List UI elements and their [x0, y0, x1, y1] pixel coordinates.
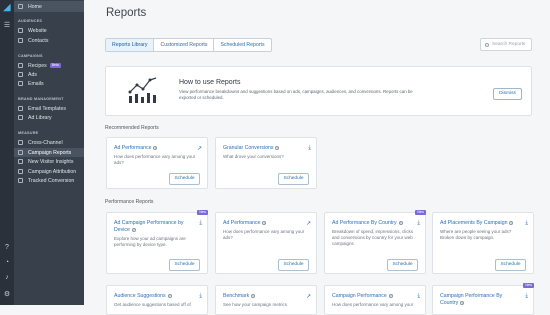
schedule-button[interactable]: Schedule	[169, 173, 200, 185]
report-card-campaign-performance[interactable]: Campaign Performance? ⤓ How does perform…	[324, 285, 426, 315]
page-header: Reports	[84, 0, 550, 29]
contacts-icon	[18, 38, 23, 43]
report-card-ad-performance[interactable]: Ad Performance? ↗ How does performance v…	[106, 137, 208, 189]
info-icon: ?	[398, 220, 403, 225]
report-card-benchmark[interactable]: Benchmark? ↗ See how your campaign metri…	[215, 285, 317, 315]
email-icon	[18, 81, 23, 86]
tab-scheduled-reports[interactable]: Scheduled Reports	[214, 39, 270, 51]
notifications-icon[interactable]: ◔	[2, 258, 12, 268]
sidebar: Home AUDIENCES Website Contacts CAMPAIGN…	[14, 0, 84, 305]
sidebar-item-campaign-reports[interactable]: Campaign Reports	[14, 148, 84, 157]
download-icon[interactable]: ⤓	[525, 293, 528, 300]
reports-icon	[18, 150, 23, 155]
recommended-reports-title: Recommended Reports	[105, 125, 159, 131]
sidebar-item-email-templates[interactable]: Email Templates	[14, 104, 84, 113]
info-icon: ?	[509, 220, 514, 225]
sidebar-item-label: Home	[28, 3, 42, 10]
download-icon[interactable]: ⤓	[199, 220, 202, 227]
sidebar-item-home[interactable]: Home	[14, 1, 84, 12]
sidebar-item-cross-channel[interactable]: Cross-Channel	[14, 138, 84, 147]
icon-rail: ◢ ☰ ? ◔ ♪ ⚙	[0, 0, 14, 305]
performance-reports-title: Performance Reports	[105, 199, 154, 205]
schedule-button[interactable]: Schedule	[387, 259, 418, 271]
cross-channel-icon	[18, 140, 23, 145]
sidebar-item-tracked-conversion[interactable]: Tracked Conversion	[14, 176, 84, 185]
ads-icon	[18, 72, 23, 77]
external-link-icon[interactable]: ↗	[306, 220, 311, 227]
menu-icon[interactable]: ☰	[2, 21, 12, 31]
schedule-button[interactable]: Schedule	[169, 259, 200, 271]
info-icon: ?	[251, 293, 256, 298]
how-to-use-description: View performance breakdowns and suggesti…	[179, 89, 413, 100]
sidebar-item-new-visitor-insights[interactable]: New Visitor Insights	[14, 157, 84, 166]
beta-badge: Beta	[49, 63, 61, 68]
section-title-campaigns: CAMPAIGNS	[18, 54, 43, 58]
library-icon	[18, 115, 23, 120]
info-icon: ?	[262, 220, 267, 225]
report-card-ad-performance-2[interactable]: Ad Performance? ↗ How does performance v…	[215, 212, 317, 274]
new-badge: New	[197, 210, 208, 215]
download-icon[interactable]: ⤓	[417, 293, 420, 300]
search-icon	[485, 42, 489, 47]
sidebar-item-ads[interactable]: Ads	[14, 70, 84, 79]
attribution-icon	[18, 169, 23, 174]
search-input[interactable]: Search Reports	[480, 38, 532, 51]
globe-icon	[18, 28, 23, 33]
page-title: Reports	[106, 7, 147, 19]
schedule-button[interactable]: Schedule	[495, 259, 526, 271]
chart-illustration-icon	[128, 77, 157, 103]
tab-reports-library[interactable]: Reports Library	[106, 39, 155, 51]
schedule-button[interactable]: Schedule	[278, 173, 309, 185]
new-badge: New	[415, 210, 426, 215]
info-icon: ?	[388, 293, 393, 298]
report-card-ad-performance-by-country[interactable]: New Ad Performance By Country? ⤓ Breakdo…	[324, 210, 426, 274]
how-to-use-title: How to use Reports	[179, 79, 241, 86]
schedule-button[interactable]: Schedule	[278, 259, 309, 271]
sidebar-item-contacts[interactable]: Contacts	[14, 36, 84, 45]
tab-customized-reports[interactable]: Customized Reports	[154, 39, 215, 51]
recipes-icon	[18, 63, 23, 68]
info-icon: ?	[167, 293, 172, 298]
download-icon[interactable]: ⤓	[417, 220, 420, 227]
sidebar-item-campaign-attribution[interactable]: Campaign Attribution	[14, 167, 84, 176]
bell-icon[interactable]: ♪	[2, 273, 12, 283]
info-icon: ?	[153, 145, 158, 150]
sidebar-item-website[interactable]: Website	[14, 26, 84, 35]
download-icon[interactable]: ⤓	[199, 293, 202, 300]
app-logo-icon[interactable]: ◢	[2, 2, 12, 12]
new-badge: New	[523, 283, 534, 288]
section-title-measure: MEASURE	[18, 131, 39, 135]
download-icon[interactable]: ⤓	[525, 220, 528, 227]
sidebar-item-emails[interactable]: Emails	[14, 79, 84, 88]
report-card-ad-placements-by-campaign[interactable]: Ad Placements By Campaign? ⤓ Where are p…	[432, 212, 534, 274]
external-link-icon[interactable]: ↗	[197, 145, 202, 152]
how-to-use-panel: How to use Reports View performance brea…	[105, 66, 532, 116]
info-icon: ?	[275, 145, 280, 150]
insights-icon	[18, 159, 23, 164]
external-link-icon[interactable]: ↗	[306, 293, 311, 300]
report-card-audience-suggestions[interactable]: Audience Suggestions? ⤓ Get audience sug…	[106, 285, 208, 315]
download-icon[interactable]: ⤓	[308, 145, 311, 152]
help-icon[interactable]: ?	[2, 243, 12, 253]
conversion-icon	[18, 178, 23, 183]
report-card-ad-campaign-performance-by-device[interactable]: New Ad Campaign Performance by Device? ⤓…	[106, 210, 208, 274]
template-icon	[18, 106, 23, 111]
sidebar-item-recipes[interactable]: Recipes Beta	[14, 61, 84, 70]
section-title-brand-management: BRAND MANAGEMENT	[18, 97, 64, 101]
search-placeholder: Search Reports	[492, 42, 526, 47]
report-card-granular-conversions[interactable]: Granular Conversions? ⤓ What drove your …	[215, 137, 317, 189]
info-icon: ?	[131, 227, 136, 232]
settings-icon[interactable]: ⚙	[2, 290, 12, 300]
section-title-audiences: AUDIENCES	[18, 19, 43, 23]
info-icon: ?	[460, 300, 465, 305]
report-card-campaign-performance-by-country[interactable]: New Campaign Performance By Country? ⤓	[432, 283, 534, 315]
sidebar-item-ad-library[interactable]: Ad Library	[14, 113, 84, 122]
report-tabs: Reports Library Customized Reports Sched…	[105, 38, 272, 52]
home-icon	[18, 4, 23, 9]
dismiss-button[interactable]: Dismiss	[493, 88, 522, 100]
